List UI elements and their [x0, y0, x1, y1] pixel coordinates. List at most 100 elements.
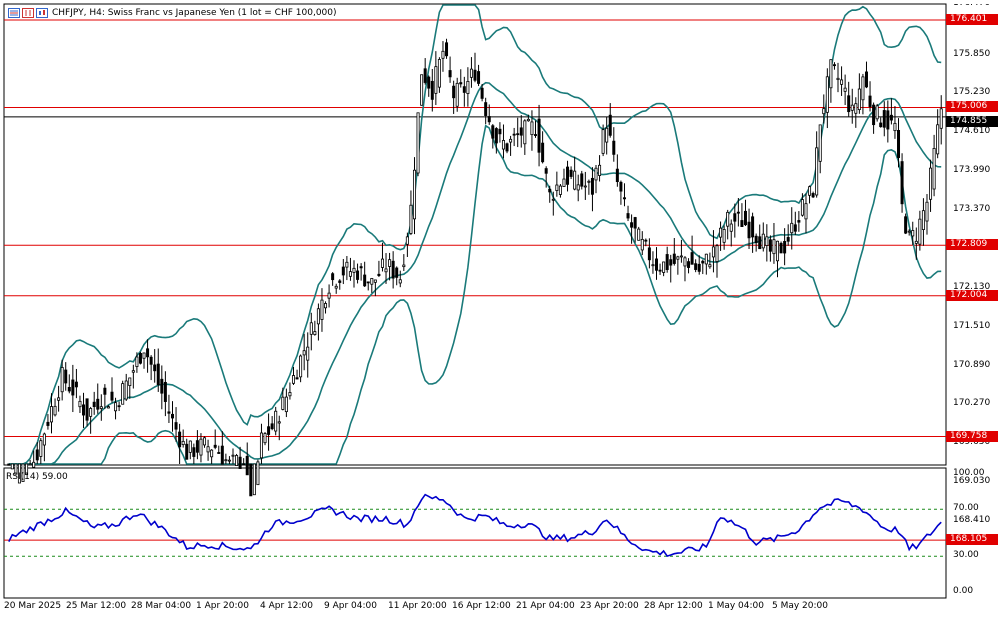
candle-body [651, 264, 655, 267]
candle-body [459, 82, 463, 85]
candle-body [71, 379, 75, 396]
candle-body [498, 128, 502, 135]
candle-body [587, 180, 591, 183]
candle-body [412, 169, 417, 220]
candle-body [388, 259, 392, 267]
rsi-line [8, 493, 942, 558]
candle-body [530, 121, 534, 136]
candle-body [163, 381, 167, 402]
candle-body [480, 87, 484, 99]
candle-body [665, 254, 669, 270]
menu-icon[interactable] [8, 8, 20, 18]
candle-body [768, 239, 772, 252]
candle-body [633, 217, 637, 229]
candle-body [53, 405, 57, 416]
candle-body [309, 322, 313, 335]
candle-body [779, 242, 783, 254]
level-price-badge: 169.758 [946, 430, 998, 442]
level-price-badge: 168.105 [946, 534, 998, 546]
candle-body [85, 398, 89, 421]
time-tick-label: 23 Apr 20:00 [580, 601, 639, 611]
candle-body [64, 369, 68, 384]
candle-body [747, 221, 751, 239]
candle-body [501, 140, 505, 150]
candles-icon[interactable] [36, 8, 48, 18]
candle-body [921, 210, 925, 230]
candle-body [601, 129, 605, 154]
candle-body [373, 279, 377, 283]
candle-body [850, 104, 854, 111]
candle-body [790, 222, 794, 234]
time-tick-label: 21 Apr 04:00 [516, 601, 575, 611]
candle-body [743, 210, 747, 226]
candle-body [170, 413, 174, 419]
candle-body [811, 193, 815, 198]
candle-body [274, 410, 278, 432]
candle-body [669, 259, 673, 266]
rsi-tick-label: 0.00 [953, 585, 974, 596]
candle-body [380, 258, 384, 268]
candle-body [82, 404, 86, 416]
chart-canvas[interactable] [0, 0, 1000, 620]
time-tick-label: 11 Apr 20:00 [388, 601, 447, 611]
candle-body [359, 266, 363, 269]
candle-body [117, 405, 121, 408]
candle-body [761, 233, 765, 249]
time-tick-label: 1 May 04:00 [708, 601, 764, 611]
candle-body [131, 370, 135, 373]
candle-body [630, 222, 634, 228]
price-tick-label: 173.990 [953, 165, 991, 176]
current-price-badge: 174.855 [946, 115, 998, 127]
candle-body [96, 398, 100, 410]
candle-body [363, 274, 367, 287]
candle-body [352, 267, 356, 273]
candle-body [188, 440, 192, 453]
candle-body [398, 279, 402, 284]
level-price-badge: 176.401 [946, 14, 998, 25]
time-tick-label: 4 Apr 12:00 [260, 601, 313, 611]
candle-body [334, 285, 338, 289]
candle-body [590, 177, 594, 195]
candle-body [366, 281, 370, 284]
candle-body [146, 348, 150, 358]
candle-body [92, 401, 96, 408]
candle-body [832, 64, 836, 67]
candle-body [114, 402, 118, 412]
candle-body [99, 406, 103, 409]
candle-body [647, 247, 651, 261]
candle-body [423, 68, 427, 83]
candle-body [818, 124, 822, 162]
candle-body [185, 443, 189, 460]
candle-body [904, 216, 908, 234]
candle-body [156, 363, 160, 386]
candle-body [679, 255, 683, 258]
candle-body [46, 421, 50, 426]
candle-body [857, 88, 861, 111]
candle-body [28, 463, 32, 466]
candle-body [320, 299, 324, 320]
candle-body [612, 140, 616, 155]
candle-body [889, 114, 893, 121]
candle-body [797, 220, 801, 223]
candle-body [608, 114, 612, 136]
candle-body [60, 367, 64, 393]
candle-body [74, 381, 78, 388]
candle-body [448, 70, 452, 78]
candle-body [872, 104, 876, 126]
level-price-badge: 172.809 [946, 239, 998, 251]
candle-body [455, 82, 459, 107]
candle-body [573, 170, 577, 190]
candle-body [793, 224, 797, 232]
candle-body [57, 397, 61, 401]
candle-body [783, 241, 787, 254]
candle-body [167, 411, 171, 414]
time-tick-label: 16 Apr 12:00 [452, 601, 511, 611]
candle-body [252, 463, 256, 496]
candle-body [149, 356, 153, 365]
candle-body [405, 236, 409, 245]
price-tick-label: 173.370 [953, 204, 991, 215]
bars-icon[interactable] [22, 8, 34, 18]
candle-body [210, 449, 214, 458]
candle-body [441, 50, 445, 59]
time-tick-label: 20 Mar 2025 [4, 601, 62, 611]
